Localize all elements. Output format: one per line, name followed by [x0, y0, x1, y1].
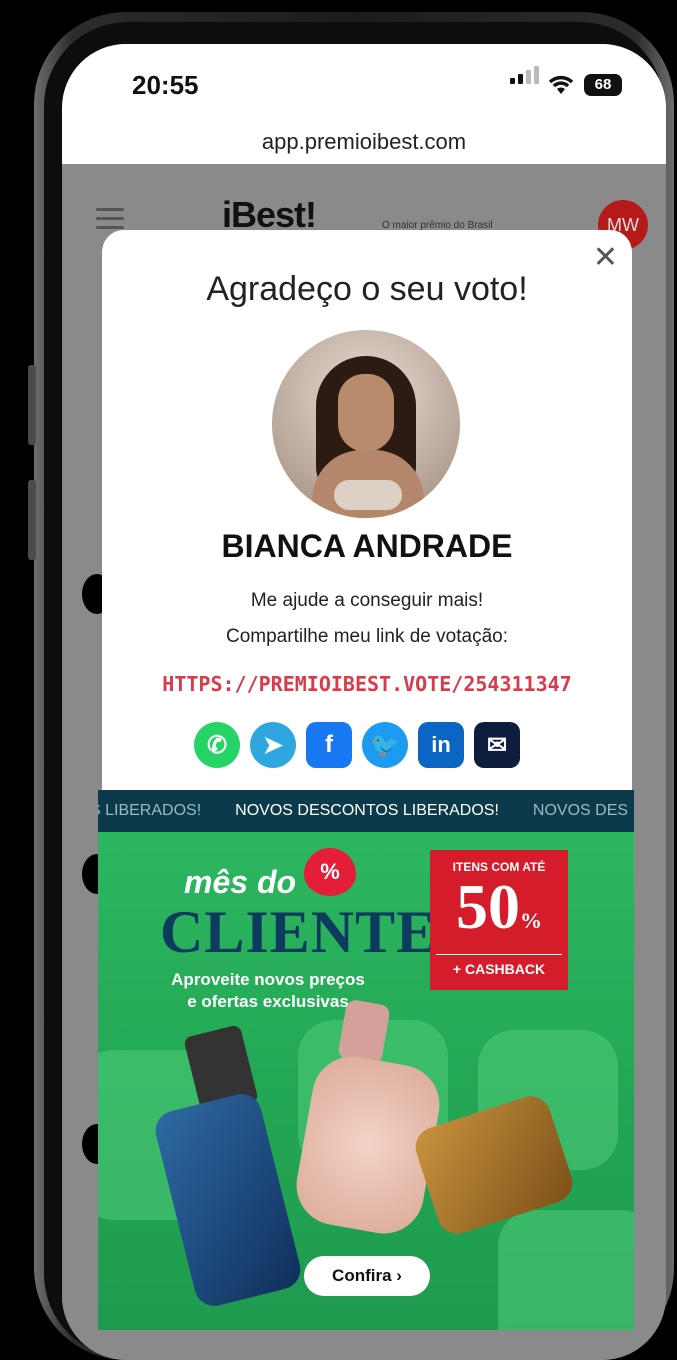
wifi-icon — [546, 72, 576, 101]
status-bar: 20:55 68 — [62, 44, 666, 120]
facebook-icon[interactable]: f — [306, 722, 352, 768]
email-icon[interactable]: ✉ — [474, 722, 520, 768]
ticker-item: NOVOS DES — [532, 802, 629, 819]
address-bar[interactable]: app.premioibest.com — [62, 120, 666, 164]
ticker-item: NOVOS DESCONTOS LIBERADOS! — [235, 802, 499, 819]
volume-up-button — [28, 365, 36, 445]
vote-link[interactable]: HTTPS://PREMIOIBEST.VOTE/254311347 — [102, 672, 632, 696]
promo-percent: % — [520, 908, 542, 933]
whatsapp-icon[interactable]: ✆ — [194, 722, 240, 768]
blue-perfume-image — [151, 1089, 305, 1311]
ticker-item: S LIBERADOS! — [98, 802, 202, 819]
volume-down-button — [28, 480, 36, 560]
promo-value: 50 — [456, 871, 520, 942]
ad-mes-do: mês do — [184, 864, 297, 900]
twitter-icon[interactable]: 🐦 — [362, 722, 408, 768]
social-share-row: ✆ ➤ f 🐦 in ✉ — [194, 722, 520, 768]
status-time: 20:55 — [132, 70, 199, 100]
promo-cashback: + CASHBACK — [436, 954, 562, 977]
ad-subtitle: Aproveite novos preços — [171, 970, 365, 989]
modal-title: Agradeço o seu voto! — [206, 270, 528, 308]
candidate-name: BIANCA ANDRADE — [221, 528, 513, 564]
ad-cliente: CLIENTE — [160, 899, 438, 965]
heart-percent-icon: % — [304, 848, 356, 896]
telegram-icon[interactable]: ➤ — [250, 722, 296, 768]
url-text: app.premioibest.com — [261, 129, 467, 154]
ad-banner[interactable]: S LIBERADOS! NOVOS DESCONTOS LIBERADOS! NO… — [98, 790, 634, 1330]
confira-button[interactable]: Confira › — [304, 1256, 430, 1296]
linkedin-icon[interactable]: in — [418, 722, 464, 768]
share-text: Compartilhe meu link de votação: — [226, 626, 508, 647]
discount-badge: ITENS COM ATÉ 50% + CASHBACK — [430, 850, 568, 990]
battery-icon: 68 — [584, 74, 622, 96]
candidate-photo — [272, 330, 460, 518]
phone-screen: 20:55 68 app.premioibest.com iBest! O ma… — [62, 44, 666, 1360]
vote-thanks-modal: ✕ Agradeço o seu voto! BIANCA ANDRADE Me… — [102, 230, 632, 790]
ad-ticker: S LIBERADOS! NOVOS DESCONTOS LIBERADOS! NO… — [98, 790, 634, 832]
help-text: Me ajude a conseguir mais! — [250, 590, 484, 611]
